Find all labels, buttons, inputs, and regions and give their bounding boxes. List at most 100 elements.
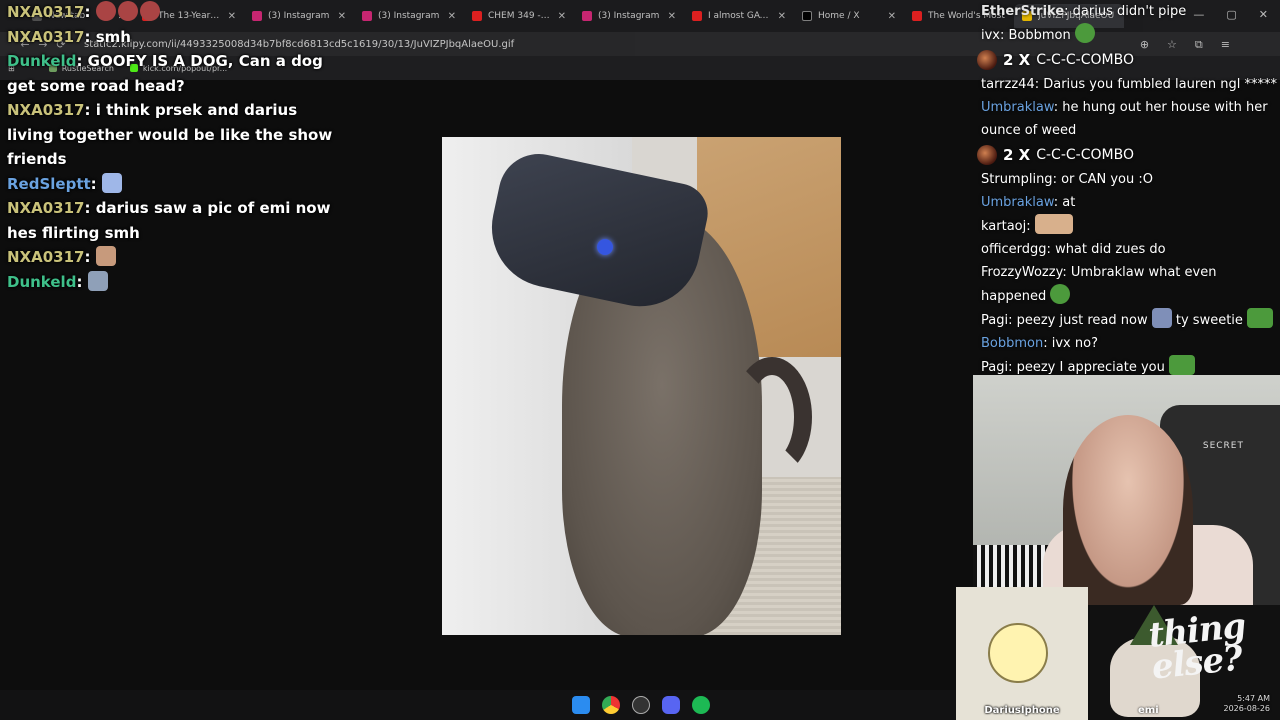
pepe-emote-icon [1168, 355, 1195, 375]
chat-message: NXA0317: i think prsek and darius living… [7, 98, 337, 172]
chat-username: Pagi [981, 360, 1009, 375]
chat-separator: : [1000, 28, 1009, 43]
chat-message: officerdgg: what did zues do [977, 238, 1280, 261]
chat-separator: : [84, 101, 96, 119]
chat-username: RedSleptt [7, 174, 91, 193]
chat-message: tarrzz44: Darius you fumbled lauren ngl … [977, 73, 1280, 96]
chat-message: Dunkeld: GOOFY IS A DOG, Can a dog get s… [7, 49, 337, 98]
chat-message: Umbraklaw: he hung out her house with he… [977, 96, 1280, 142]
pepe-emote-icon [1247, 308, 1274, 328]
chat-separator: : [1008, 313, 1017, 328]
obs-icon[interactable] [632, 696, 650, 714]
close-icon[interactable]: ✕ [338, 11, 346, 22]
emote-icon [1151, 308, 1172, 328]
chat-separator: : [76, 272, 88, 291]
youtube-icon [912, 11, 922, 21]
chat-text: Darius you fumbled lauren ngl ***** [1043, 77, 1278, 92]
combo-label: C-C-C-COMBO [1036, 51, 1134, 68]
chat-username: Bobbmon [981, 336, 1044, 351]
chat-separator: : [1008, 360, 1017, 375]
system-clock[interactable]: 5:47 AM 2026-08-26 [1224, 694, 1271, 714]
chat-message: ivx: Bobbmon [977, 23, 1280, 47]
windows-start-icon[interactable] [572, 696, 590, 714]
stream-screen: New tab✕ The 13-Year Inve✕ (3) Instagram… [0, 0, 1280, 720]
chat-username: NXA0317 [7, 248, 85, 266]
chat-separator: : [1046, 242, 1056, 257]
chat-separator: : [1034, 77, 1044, 92]
emote-icon [1034, 214, 1073, 234]
chat-text: ty sweetie [1175, 313, 1243, 328]
chrome-taskbar-icon[interactable] [602, 696, 620, 714]
chat-username: FrozzyWozzy [981, 265, 1063, 280]
x-logo-icon [802, 11, 812, 21]
emote-icon [101, 172, 122, 193]
chat-message: Dunkeld: [7, 270, 337, 295]
friend-cam-label: DariusIphone [984, 705, 1060, 716]
chat-username: Dunkeld [7, 52, 77, 70]
webcam-feed: SECRET [973, 375, 1280, 605]
tab-x-home[interactable]: Home / X ✕ [794, 4, 904, 28]
tab-youtube-3[interactable]: I almost GAVE UP✕ [684, 4, 794, 28]
gif-cat-tail [732, 357, 812, 477]
chat-username: kartaoj [981, 219, 1027, 234]
clock-date: 2026-08-26 [1223, 704, 1271, 713]
tab-instagram-3[interactable]: (3) Instagram ✕ [574, 4, 684, 28]
discord-icon[interactable] [662, 696, 680, 714]
tab-instagram-2[interactable]: (3) Instagram ✕ [354, 4, 464, 28]
chat-message: FrozzyWozzy: Umbraklaw what even happene… [977, 261, 1280, 308]
instagram-icon [362, 11, 372, 21]
instagram-icon [582, 11, 592, 21]
pepe-emote-icon [1050, 284, 1071, 304]
chat-message: kartaoj: [977, 214, 1280, 238]
close-icon[interactable]: ✕ [448, 11, 456, 22]
combo-row: 2 X C-C-C-COMBO [977, 142, 1280, 168]
chat-message: RedSleptt: [7, 172, 337, 197]
emote-icon [95, 246, 116, 266]
chat-separator: : [90, 174, 102, 193]
emote-icon [117, 1, 138, 21]
chat-text: smh [95, 27, 131, 46]
combo-row: 2 X C-C-C-COMBO [977, 47, 1280, 73]
tab-youtube-2[interactable]: CHEM 349 - Gene✕ [464, 4, 574, 28]
overlay-script-text: thing else? [1146, 605, 1248, 688]
combo-emote-icon [977, 145, 997, 165]
chat-username: NXA0317 [7, 199, 85, 217]
emote-icon [87, 270, 108, 291]
chat-separator: : [84, 248, 96, 266]
close-icon[interactable]: ✕ [888, 11, 896, 22]
chat-separator: : [1062, 265, 1071, 280]
chat-text: ivx no? [1051, 336, 1098, 351]
chat-message: NXA0317: [7, 245, 337, 270]
chat-text: peezy I appreciate you [1016, 360, 1165, 375]
youtube-icon [692, 11, 702, 21]
chat-text: what did zues do [1055, 242, 1166, 257]
chat-username: NXA0317 [7, 101, 85, 119]
right-chat-overlay: EtherStrike: darius didn't pipe ivx: Bob… [977, 0, 1280, 379]
chat-message: NXA0317: [7, 0, 337, 25]
clock-time: 5:47 AM [1237, 694, 1270, 703]
gif-cat-vr-headset [442, 137, 841, 635]
chat-message: Pagi: peezy just read now ty sweetie [977, 308, 1280, 332]
chat-text: darius didn't pipe [1072, 4, 1187, 19]
chat-separator: : [84, 3, 96, 21]
close-icon[interactable]: ✕ [558, 11, 566, 22]
friend-cam-overlay: DariusIphone [956, 587, 1088, 720]
chat-username: Strumpling [981, 172, 1053, 187]
chat-separator: : [1052, 172, 1062, 187]
cartoon-face [988, 623, 1048, 683]
chat-username: Dunkeld [7, 272, 77, 291]
chat-text: or CAN you :O [1061, 172, 1153, 187]
chat-text: at [1062, 195, 1076, 210]
chat-username: Pagi [981, 313, 1009, 328]
taskbar-icons [572, 696, 710, 714]
chair-brand-text: SECRET [1202, 441, 1244, 451]
emote-icon [95, 1, 116, 21]
chat-username: officerdgg [981, 242, 1047, 257]
close-icon[interactable]: ✕ [668, 11, 676, 22]
spotify-icon[interactable] [692, 696, 710, 714]
chat-separator: : [1026, 219, 1035, 234]
close-icon[interactable]: ✕ [778, 11, 786, 22]
combo-count: 2 X [1003, 145, 1031, 164]
chat-username: tarrzz44 [981, 77, 1035, 92]
chat-separator: : [76, 52, 88, 70]
